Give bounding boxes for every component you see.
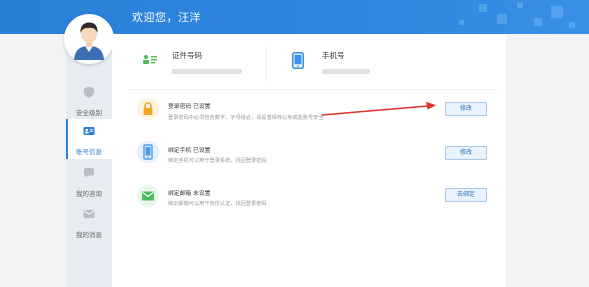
sidebar-item-security-level[interactable]: 安全级别 xyxy=(66,80,112,120)
sidebar-item-label: 账号信息 xyxy=(76,148,102,156)
mobile-icon-badge xyxy=(137,141,159,163)
id-number-value-masked xyxy=(172,69,242,74)
mail-icon xyxy=(142,191,154,201)
password-row-desc: 登录密码中必须包含数字、字母组合，请妥善保存以免或能账号安全 xyxy=(168,115,324,121)
id-number-title: 证件号码 xyxy=(172,51,202,60)
sidebar-item-label: 我的消息 xyxy=(76,231,102,239)
welcome-text: 欢迎您，汪洋 xyxy=(132,11,201,24)
red-arrow-annotation xyxy=(321,101,436,116)
divider xyxy=(266,46,267,82)
phone-icon xyxy=(292,52,304,69)
sidebar-item-account-info[interactable]: 账号信息 xyxy=(66,119,112,159)
change-phone-button[interactable]: 修改 xyxy=(445,146,487,160)
shield-icon xyxy=(84,86,94,98)
mail-icon-badge xyxy=(137,185,159,207)
mobile-icon xyxy=(143,144,153,160)
chat-bubble-icon xyxy=(84,168,94,178)
password-row-title: 登录密码 已设置 xyxy=(168,104,211,110)
bind-email-row-desc: 绑定邮箱可以用于身份认证，找回登录密码 xyxy=(168,201,267,207)
bind-email-row-title: 绑定邮箱 未设置 xyxy=(168,191,211,197)
section-divider xyxy=(130,89,498,90)
sidebar-item-my-messages[interactable]: 我的消息 xyxy=(66,202,112,242)
bind-email-button[interactable]: 去绑定 xyxy=(445,188,487,202)
phone-number-value-masked xyxy=(322,69,370,74)
avatar-icon xyxy=(66,16,112,62)
change-password-button[interactable]: 修改 xyxy=(445,102,487,116)
lock-icon xyxy=(143,102,153,115)
id-card-icon xyxy=(83,127,95,135)
banner-pattern xyxy=(329,0,589,34)
lock-icon-badge xyxy=(137,98,159,120)
bind-phone-row-title: 绑定手机 已设置 xyxy=(168,148,211,154)
phone-number-title: 手机号 xyxy=(322,51,345,60)
envelope-icon xyxy=(83,210,95,218)
avatar[interactable] xyxy=(64,14,114,64)
sidebar-item-label: 安全级别 xyxy=(76,109,102,117)
id-card-icon xyxy=(143,55,157,64)
bind-phone-row-desc: 绑定手机可以用于登录系统，找回登录密码 xyxy=(168,158,267,164)
sidebar-item-my-inquiries[interactable]: 我的咨询 xyxy=(66,161,112,201)
sidebar-item-label: 我的咨询 xyxy=(76,190,102,198)
